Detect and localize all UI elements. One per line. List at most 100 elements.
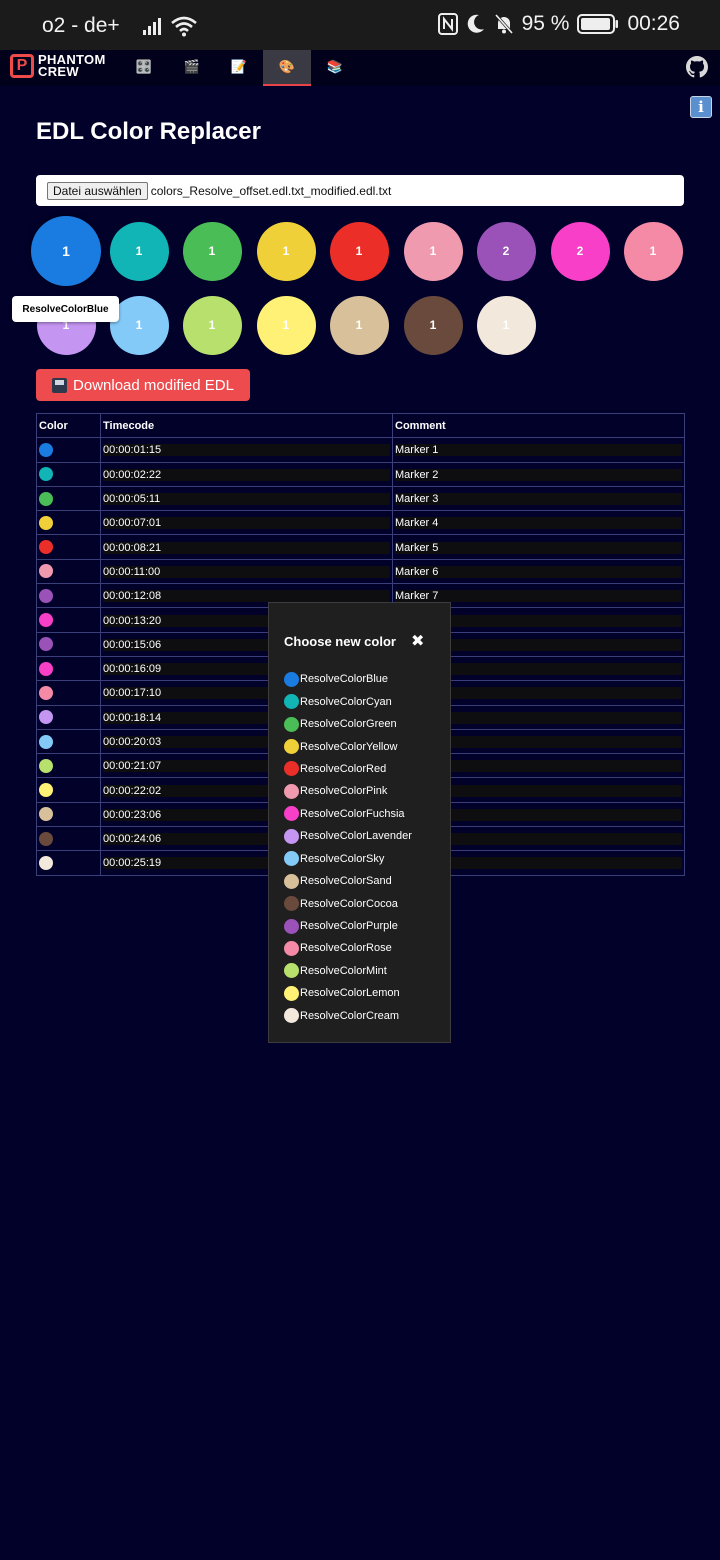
color-dot[interactable] xyxy=(39,783,53,798)
table-row[interactable]: 00:00:02:22 Marker 2 xyxy=(36,461,685,487)
table-row[interactable]: 00:00:11:00 Marker 6 xyxy=(36,558,685,585)
table-row[interactable]: 00:00:05:11 Marker 3 xyxy=(36,485,685,512)
color-cell[interactable] xyxy=(36,680,101,706)
color-dot[interactable] xyxy=(39,661,53,676)
color-swatch[interactable]: 1 xyxy=(256,295,316,355)
logo-line-2: CREW xyxy=(38,64,79,79)
color-swatch[interactable]: 1 xyxy=(329,295,389,355)
color-option[interactable]: ResolveColorRed xyxy=(284,758,412,780)
color-option-label: ResolveColorFuchsia xyxy=(300,807,405,820)
color-cell[interactable] xyxy=(36,485,101,512)
nav-tab-memo[interactable]: 📝 xyxy=(215,50,263,84)
color-dot[interactable] xyxy=(39,734,53,749)
phantom-crew-logo[interactable]: P PHANTOM CREW xyxy=(10,53,106,79)
choose-file-button[interactable]: Datei auswählen xyxy=(47,181,148,200)
color-option[interactable]: ResolveColorPurple xyxy=(284,915,412,937)
color-cell[interactable] xyxy=(36,558,101,585)
column-header-timecode: Timecode xyxy=(100,412,393,439)
color-option[interactable]: ResolveColorMint xyxy=(284,960,412,982)
color-dot[interactable] xyxy=(39,564,53,579)
color-swatch[interactable]: 1 xyxy=(182,221,242,281)
color-option[interactable]: ResolveColorRose xyxy=(284,937,412,959)
color-option[interactable]: ResolveColorLemon xyxy=(284,982,412,1004)
color-option-dot xyxy=(284,828,299,844)
color-cell[interactable] xyxy=(36,850,101,876)
signal-icon xyxy=(142,18,161,35)
swatch-tooltip: ResolveColorBlue xyxy=(12,296,119,322)
color-swatch[interactable]: 1 xyxy=(182,295,242,355)
color-dot[interactable] xyxy=(39,855,53,870)
nav-tab-palette[interactable]: 🎨 xyxy=(263,50,311,86)
color-dot[interactable] xyxy=(39,515,53,530)
color-option-list: ResolveColorBlue ResolveColorCyan ResolveC… xyxy=(284,668,412,1027)
carrier-label: o2 - de+ xyxy=(42,14,120,37)
color-dot[interactable] xyxy=(39,758,53,773)
color-cell[interactable] xyxy=(36,753,101,779)
color-dot[interactable] xyxy=(39,442,53,457)
color-dot[interactable] xyxy=(39,491,53,506)
color-dot[interactable] xyxy=(39,710,53,725)
color-option[interactable]: ResolveColorYellow xyxy=(284,735,412,757)
file-input[interactable]: Datei auswählen colors_Resolve_offset.ed… xyxy=(36,175,684,206)
color-swatch[interactable]: 1 xyxy=(329,221,389,281)
color-cell[interactable] xyxy=(36,461,101,487)
color-cell[interactable] xyxy=(36,631,101,657)
color-cell[interactable] xyxy=(36,777,101,803)
color-dot[interactable] xyxy=(39,807,53,822)
wifi-icon xyxy=(170,16,197,37)
color-cell[interactable] xyxy=(36,534,101,560)
color-cell[interactable] xyxy=(36,801,101,828)
color-dot[interactable] xyxy=(39,588,53,603)
color-dot[interactable] xyxy=(39,467,53,482)
color-cell[interactable] xyxy=(36,583,101,609)
color-cell[interactable] xyxy=(36,704,101,730)
table-row[interactable]: 00:00:07:01 Marker 4 xyxy=(36,510,685,536)
color-option[interactable]: ResolveColorBlue xyxy=(284,668,412,690)
color-cell[interactable] xyxy=(36,655,101,682)
color-swatch[interactable]: 2 xyxy=(550,221,610,281)
color-dot[interactable] xyxy=(39,613,53,628)
color-dot[interactable] xyxy=(39,685,53,700)
color-option[interactable]: ResolveColorGreen xyxy=(284,713,412,735)
color-cell[interactable] xyxy=(36,437,101,463)
color-swatch[interactable]: 1 xyxy=(403,295,463,355)
color-option-dot xyxy=(284,1008,299,1024)
github-icon[interactable] xyxy=(686,56,708,78)
color-swatch[interactable]: 1 xyxy=(403,221,463,281)
color-option[interactable]: ResolveColorCream xyxy=(284,1005,412,1027)
color-cell[interactable] xyxy=(36,826,101,852)
color-option-dot xyxy=(284,940,299,956)
nav-tab-books[interactable]: 📚 xyxy=(311,50,359,84)
color-swatch[interactable]: 2 xyxy=(476,221,536,281)
color-cell[interactable] xyxy=(36,728,101,755)
color-option[interactable]: ResolveColorLavender xyxy=(284,825,412,847)
color-dot[interactable] xyxy=(39,637,53,652)
color-option[interactable]: ResolveColorCocoa xyxy=(284,892,412,914)
color-option-dot xyxy=(284,671,299,687)
close-icon[interactable]: ✖ xyxy=(411,631,424,651)
color-cell[interactable] xyxy=(36,510,101,536)
color-option[interactable]: ResolveColorFuchsia xyxy=(284,803,412,825)
table-row[interactable]: 00:00:01:15 Marker 1 xyxy=(36,437,685,463)
color-swatch[interactable]: 1 xyxy=(31,216,101,286)
color-option[interactable]: ResolveColorPink xyxy=(284,780,412,802)
info-icon[interactable]: i xyxy=(690,96,712,118)
nav-tab-clapper[interactable]: 🎬 xyxy=(168,50,216,84)
color-swatch[interactable]: 1 xyxy=(623,221,683,281)
color-option[interactable]: ResolveColorSand xyxy=(284,870,412,892)
color-dot[interactable] xyxy=(39,540,53,555)
color-option[interactable]: ResolveColorSky xyxy=(284,848,412,870)
nav-tab-control-knobs[interactable]: 🎛️ xyxy=(120,50,168,84)
comment-cell: Marker 5 xyxy=(392,534,685,560)
color-swatch[interactable]: 1 xyxy=(256,221,316,281)
color-swatch[interactable]: 1 xyxy=(109,221,169,281)
color-cell[interactable] xyxy=(36,607,101,633)
color-option-dot xyxy=(284,716,299,732)
color-option[interactable]: ResolveColorCyan xyxy=(284,690,412,712)
color-dot[interactable] xyxy=(39,831,53,846)
download-button[interactable]: Download modified EDL xyxy=(36,369,250,401)
color-swatch[interactable]: 1 xyxy=(476,295,536,355)
timecode-value: 00:00:07:01 xyxy=(103,517,390,530)
books-icon: 📚 xyxy=(326,59,344,74)
table-row[interactable]: 00:00:08:21 Marker 5 xyxy=(36,534,685,560)
